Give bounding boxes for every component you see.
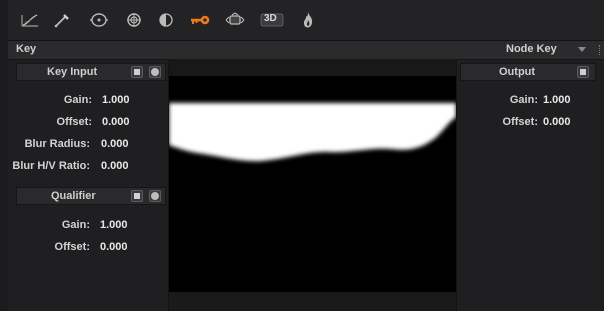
key-mode-dropdown[interactable]: Node Key — [498, 42, 596, 58]
tracker-tool-button[interactable] — [122, 10, 146, 30]
circle-icon — [151, 68, 159, 76]
qualifier-invert-button[interactable] — [131, 190, 143, 202]
key-header: Key Node Key — [8, 41, 604, 60]
output-offset-label: Offset: — [502, 116, 538, 128]
qualifier-gain-value[interactable]: 1.000 — [100, 219, 128, 231]
output-gain-value[interactable]: 1.000 — [543, 94, 571, 106]
key-input-blur-ratio-label: Blur H/V Ratio: — [12, 160, 90, 172]
key-input-blur-ratio-value[interactable]: 0.000 — [101, 160, 129, 172]
fx-tool-button[interactable] — [296, 10, 320, 30]
key-input-offset-label: Offset: — [56, 116, 92, 128]
output-header: Output — [460, 63, 596, 81]
output-offset-value[interactable]: 0.000 — [543, 116, 571, 128]
palette-title: Key — [16, 43, 37, 55]
key-tool-button[interactable] — [188, 10, 212, 30]
qualifier-offset-value[interactable]: 0.000 — [100, 241, 128, 253]
palette-toolbar: 3D — [8, 0, 604, 41]
key-viewer — [169, 59, 456, 311]
output-title: Output — [499, 66, 536, 78]
flame-icon — [303, 12, 313, 28]
sizing-tool-button[interactable] — [223, 10, 247, 30]
key-input-blur-radius-label: Blur Radius: — [24, 138, 90, 150]
key-input-gain-value[interactable]: 1.000 — [102, 94, 130, 106]
output-gain-label: Gain: — [509, 94, 538, 106]
sizing-icon — [225, 12, 245, 25]
stereo-3d-label: 3D — [264, 13, 277, 24]
key-input-invert-button[interactable] — [131, 66, 143, 78]
square-icon — [134, 69, 140, 75]
window-tool-button[interactable] — [87, 10, 111, 30]
tracker-icon — [127, 13, 141, 27]
key-input-offset-value[interactable]: 0.000 — [102, 116, 130, 128]
square-icon — [580, 69, 586, 75]
square-icon — [134, 193, 140, 199]
key-input-gain-label: Gain: — [63, 94, 92, 106]
output-invert-button[interactable] — [577, 66, 589, 78]
viewer-border — [169, 292, 456, 311]
qualifier-mask-button[interactable] — [149, 190, 161, 202]
stereo-3d-button[interactable]: 3D — [258, 10, 286, 30]
key-input-mask-button[interactable] — [149, 66, 161, 78]
qualifier-gain-label: Gain: — [61, 219, 90, 231]
qualifier-picker-button[interactable] — [50, 10, 74, 30]
window-icon — [90, 13, 108, 27]
curves-icon — [21, 14, 38, 27]
qualifier-header: Qualifier — [16, 187, 166, 205]
qualifier-title: Qualifier — [51, 190, 96, 202]
key-input-header: Key Input — [16, 63, 166, 81]
blur-tool-button[interactable] — [154, 10, 178, 30]
curves-tool-button[interactable] — [18, 10, 42, 30]
key-input-blur-radius-value[interactable]: 0.000 — [101, 138, 129, 150]
options-grip-icon[interactable] — [599, 45, 602, 55]
circle-icon — [151, 192, 159, 200]
blur-icon — [159, 13, 173, 27]
key-matte-preview — [169, 103, 456, 162]
divider — [456, 59, 457, 311]
key-input-title: Key Input — [47, 66, 98, 78]
key-icon — [191, 15, 210, 25]
picker-icon — [54, 14, 69, 28]
qualifier-offset-label: Offset: — [54, 241, 90, 253]
key-palette: 3D Key Node Key Key Input Gain: 1.000 Of… — [8, 0, 604, 311]
key-mode-value: Node Key — [506, 43, 557, 55]
chevron-down-icon — [578, 47, 586, 52]
